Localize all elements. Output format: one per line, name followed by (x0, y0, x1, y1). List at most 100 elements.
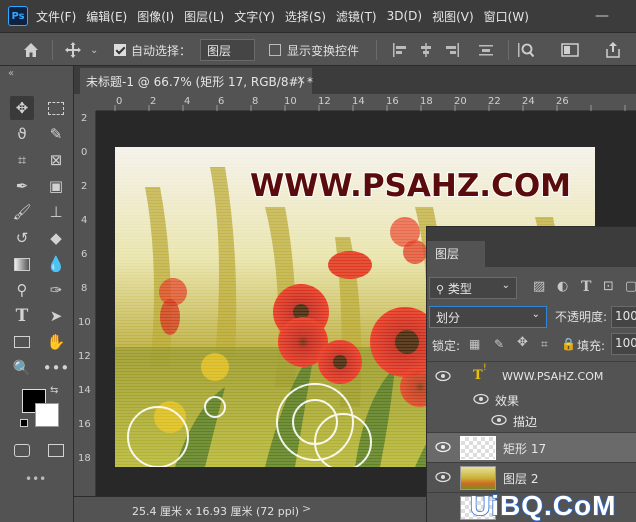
eye-icon[interactable] (435, 441, 451, 453)
stamp-tool[interactable]: ⊥ (44, 200, 68, 224)
brush-tool[interactable]: 🖌 (10, 200, 34, 224)
filter-adjustment-icon[interactable]: ◐ (557, 280, 568, 294)
menu-image[interactable]: 图像(I) (137, 8, 174, 25)
filter-shape-icon[interactable]: ⊡ (603, 280, 614, 294)
effects-label: 效果 (495, 394, 520, 408)
ruler-tick: 4 (81, 215, 88, 226)
ruler-tick: 2 (81, 181, 88, 192)
path-select-tool[interactable]: ➤ (44, 304, 68, 328)
eraser-tool[interactable]: ◆ (44, 226, 68, 250)
pen-tool[interactable]: ✑ (44, 278, 68, 302)
align-right-icon[interactable] (444, 42, 460, 58)
marquee-tool[interactable] (44, 96, 68, 120)
layer-filter-kind[interactable]: ⚲ 类型 ⌄ (429, 277, 517, 299)
close-icon[interactable]: × (296, 73, 306, 87)
eraser-icon: ◆ (50, 229, 62, 247)
type-tool[interactable]: T (10, 304, 34, 328)
swap-colors-icon[interactable]: ⇆ (50, 385, 58, 396)
share-icon[interactable] (605, 41, 621, 59)
layer-row-layer-2[interactable]: 图层 2 (427, 462, 636, 492)
background-color[interactable] (35, 403, 59, 427)
fill-input[interactable]: 100% (611, 333, 636, 355)
hand-tool[interactable]: ✋ (44, 330, 68, 354)
layer-thumbnail (460, 466, 496, 490)
auto-select-dropdown[interactable]: 图层 (200, 39, 255, 61)
zoom-icon: 🔍 (12, 359, 32, 377)
document-tab-title: 未标题-1 @ 66.7% (矩形 17, RGB/8#) * (86, 75, 314, 89)
menu-type[interactable]: 文字(Y) (234, 8, 275, 25)
move-icon: ✥ (15, 99, 29, 117)
chevron-down-icon[interactable]: ⌄ (90, 44, 98, 58)
ruler-corner (78, 94, 96, 111)
edit-toolbar-icon[interactable]: ••• (25, 472, 46, 486)
menu-file[interactable]: 文件(F) (36, 8, 76, 25)
lock-position-icon[interactable]: ✥ (517, 336, 528, 350)
layer-row-text[interactable]: T ! WWW.PSAHZ.COM (427, 361, 636, 391)
lasso-tool[interactable]: ϑ (10, 122, 34, 146)
ruler-tick: 8 (81, 283, 88, 294)
ruler-top[interactable]: 0 2 4 6 8 10 12 14 16 18 20 22 24 26 (96, 94, 636, 111)
layer-thumbnail (460, 436, 496, 460)
eyedropper-tool[interactable]: ✒ (10, 174, 34, 198)
default-colors-icon[interactable] (20, 419, 28, 427)
status-menu-arrow[interactable]: > (302, 502, 311, 515)
menu-layer[interactable]: 图层(L) (184, 8, 224, 25)
menu-view[interactable]: 视图(V) (432, 8, 474, 25)
collapse-icon[interactable]: « (8, 68, 14, 79)
lock-artboard-icon[interactable]: ⌗ (541, 337, 548, 351)
lock-pixels-icon[interactable]: ✎ (494, 337, 504, 351)
eye-icon[interactable] (473, 393, 489, 405)
menu-3d[interactable]: 3D(D) (387, 9, 422, 23)
show-transform-checkbox[interactable] (269, 44, 281, 56)
blur-tool[interactable]: 💧 (44, 252, 68, 276)
menu-select[interactable]: 选择(S) (285, 8, 326, 25)
layer-row-rectangle-17[interactable]: 矩形 17 (427, 432, 636, 462)
auto-select-label: 自动选择： (131, 44, 192, 58)
tab-layers[interactable]: 图层 (427, 241, 485, 267)
frame-tool[interactable]: ⊠ (44, 148, 68, 172)
history-brush-tool[interactable]: ↺ (10, 226, 34, 250)
spot-heal-tool[interactable]: ▣ (44, 174, 68, 198)
move-tool-icon[interactable] (65, 42, 81, 58)
align-center-icon[interactable] (418, 42, 434, 58)
workspace-icon[interactable] (561, 42, 579, 58)
blend-mode-value: 划分 (436, 311, 461, 325)
menu-edit[interactable]: 编辑(E) (86, 8, 127, 25)
layer-effects-row[interactable]: 效果 (427, 389, 636, 411)
ruler-left[interactable]: 2 0 2 4 6 8 10 12 14 16 18 (78, 111, 96, 496)
eye-icon[interactable] (435, 370, 451, 382)
crop-tool[interactable]: ⌗ (10, 148, 34, 172)
rectangle-tool[interactable] (10, 330, 34, 354)
lock-all-icon[interactable]: 🔒 (561, 337, 576, 351)
filter-text-icon[interactable]: T (581, 279, 591, 295)
magic-wand-tool[interactable]: ✎ (44, 122, 68, 146)
filter-smart-icon[interactable]: ▢ (625, 280, 636, 294)
minimize-icon[interactable]: — (595, 8, 609, 24)
more-tools[interactable]: ••• (43, 356, 70, 380)
search-icon[interactable] (518, 42, 534, 58)
ruler-tick: 10 (78, 317, 91, 328)
ruler-tick: 2 (81, 113, 88, 124)
distribute-icon[interactable] (478, 42, 494, 58)
document-tab[interactable]: 未标题-1 @ 66.7% (矩形 17, RGB/8#) * × (80, 68, 314, 94)
eye-icon[interactable] (491, 414, 507, 426)
menu-filter[interactable]: 滤镜(T) (336, 8, 377, 25)
move-tool[interactable]: ✥ (10, 96, 34, 120)
eye-icon[interactable] (435, 471, 451, 483)
auto-select-checkbox[interactable] (114, 44, 126, 56)
lock-transparency-icon[interactable]: ▦ (469, 337, 480, 351)
zoom-tool[interactable]: 🔍 (10, 356, 34, 380)
screen-mode-button[interactable] (44, 438, 68, 462)
magic-wand-icon: ✎ (49, 125, 63, 143)
blend-mode-select[interactable]: 划分 ⌄ (429, 306, 547, 328)
dodge-tool[interactable]: ⚲ (10, 278, 34, 302)
gradient-tool[interactable] (10, 252, 34, 276)
menu-window[interactable]: 窗口(W) (484, 8, 529, 25)
filter-image-icon[interactable]: ▨ (533, 280, 545, 294)
home-icon[interactable] (23, 42, 39, 58)
ruler-tick: 0 (81, 147, 88, 158)
layer-stroke-effect-row[interactable]: 描边 (427, 410, 636, 432)
quick-mask-button[interactable] (10, 438, 34, 462)
opacity-input[interactable]: 100% (611, 306, 636, 328)
align-left-icon[interactable] (392, 42, 408, 58)
